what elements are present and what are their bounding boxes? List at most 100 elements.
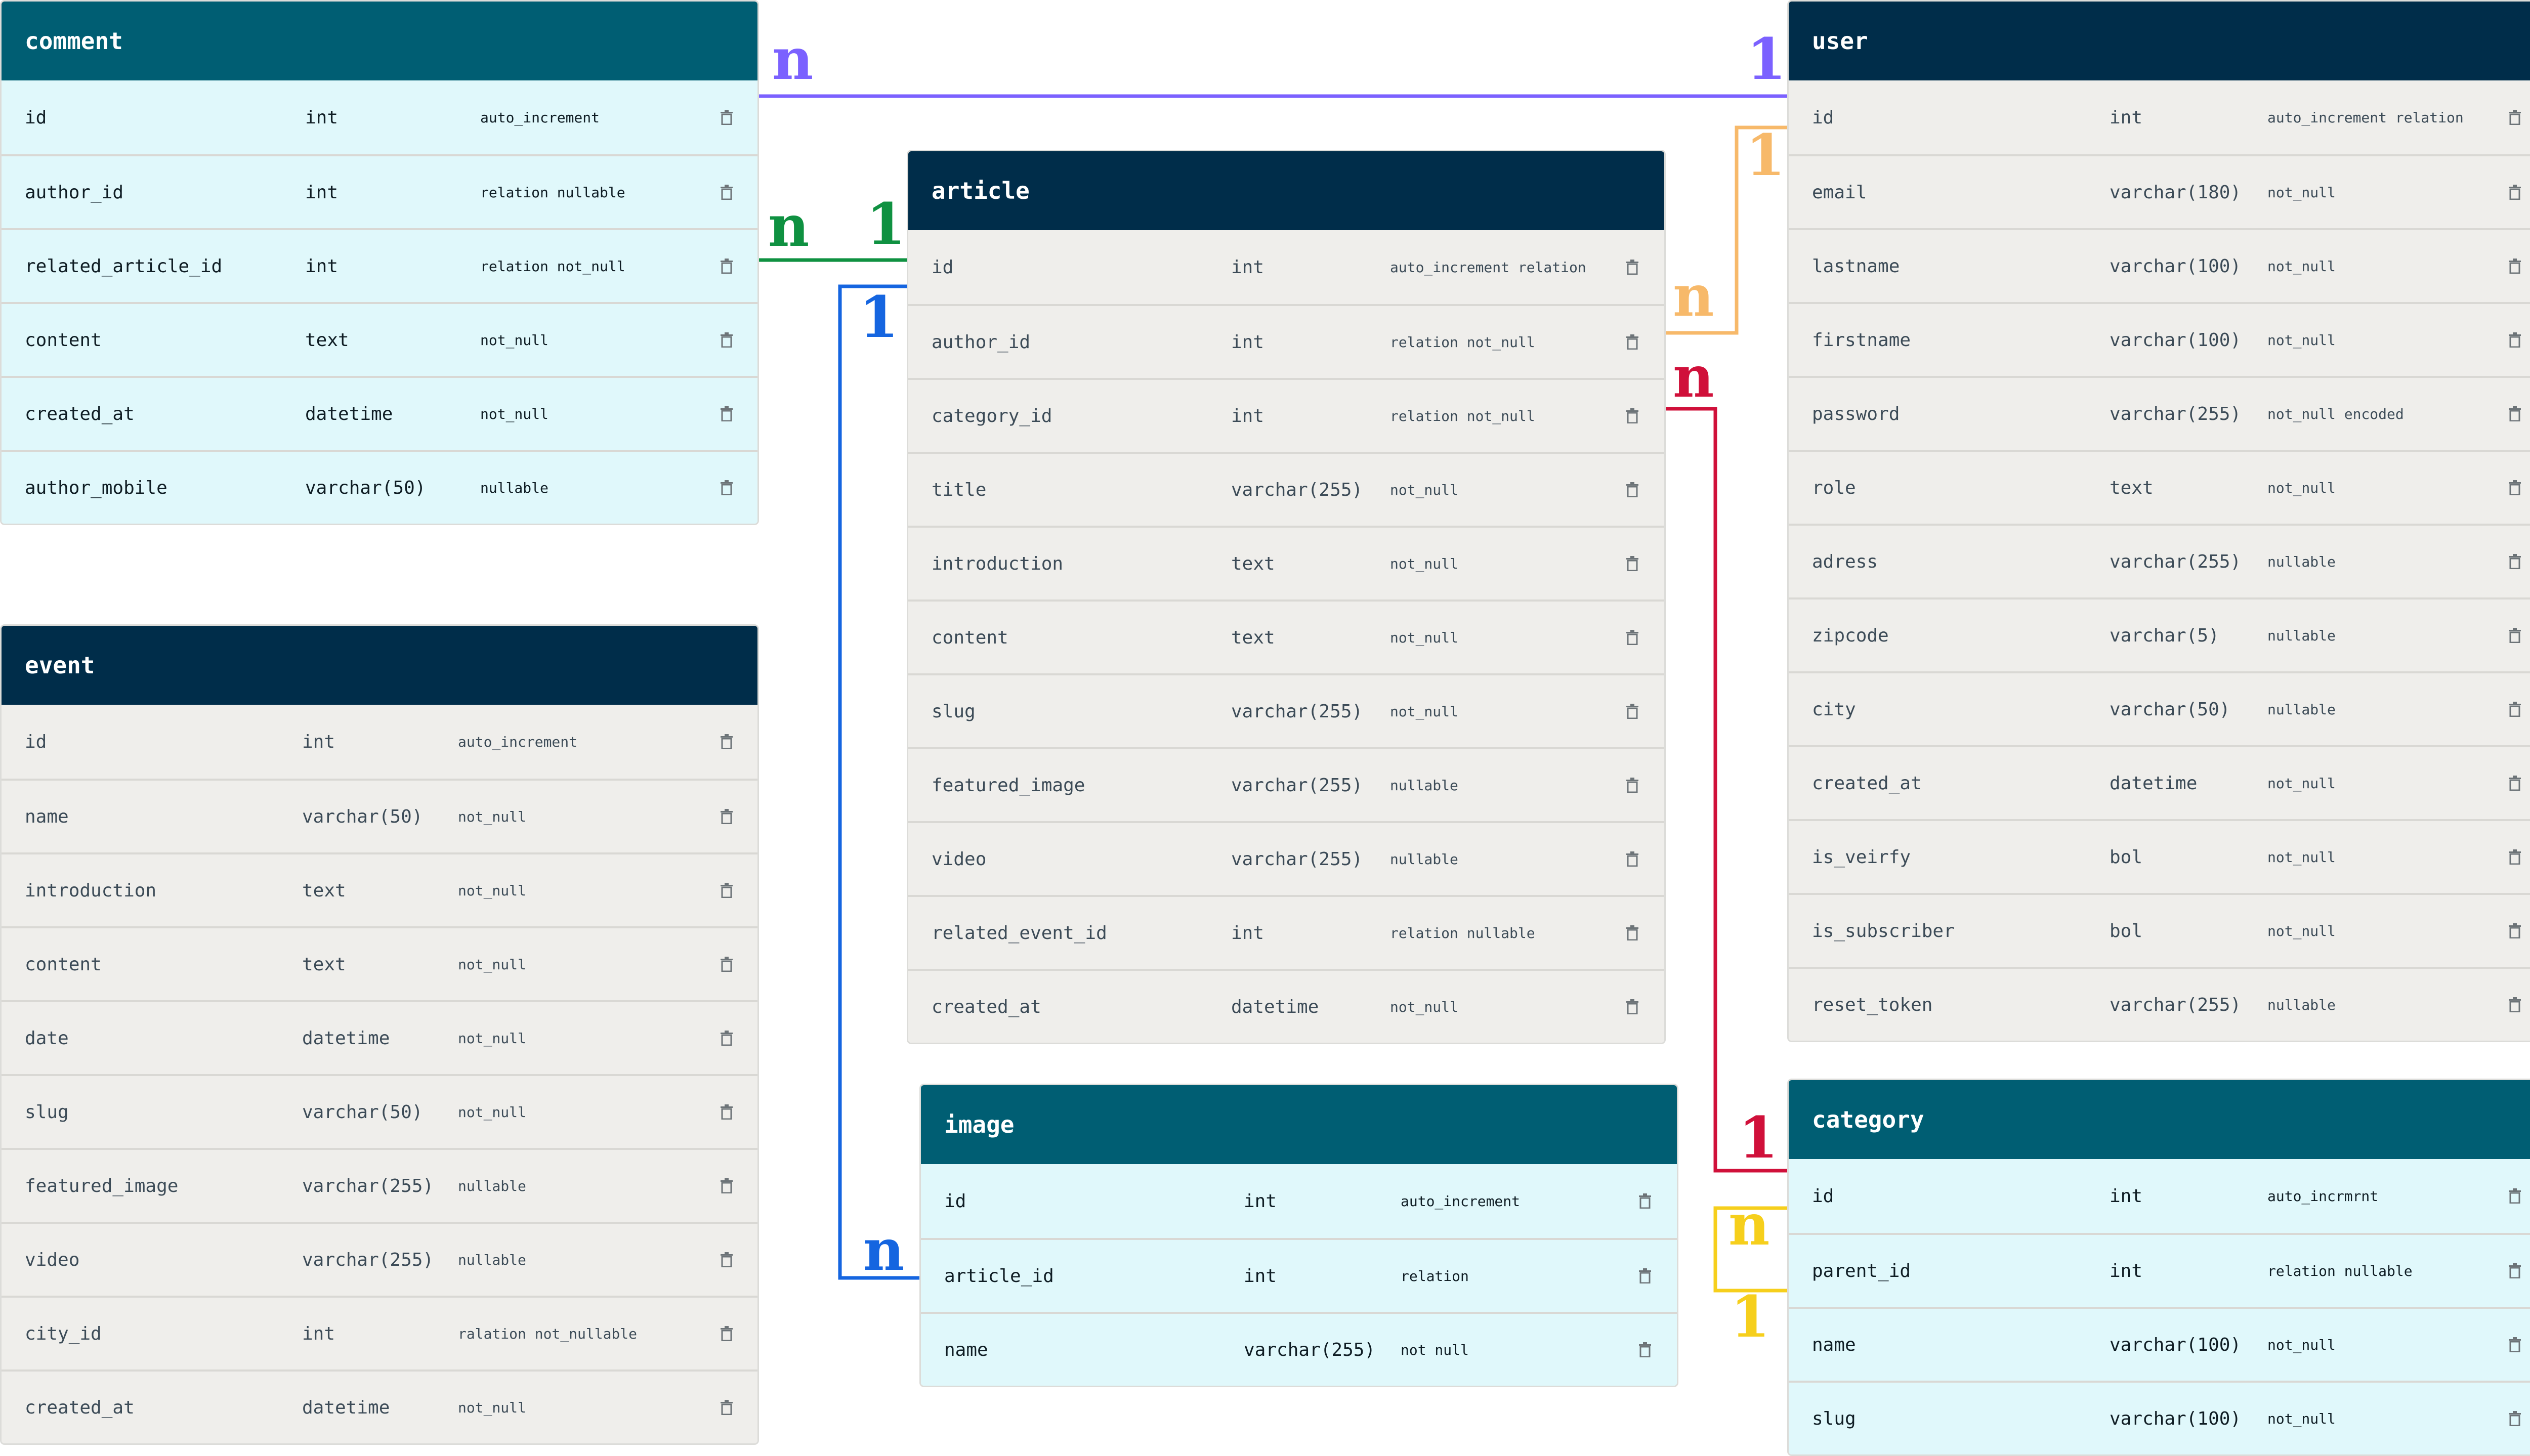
table-row[interactable]: featured_image varchar(255) nullable — [2, 1148, 757, 1222]
table-title-category[interactable]: category — [1789, 1080, 2530, 1159]
trash-icon[interactable] — [1625, 999, 1640, 1014]
trash-icon[interactable] — [2507, 702, 2522, 717]
trash-icon[interactable] — [2507, 332, 2522, 348]
table-row[interactable]: lastname varchar(100) not_null — [1789, 228, 2530, 302]
table-row[interactable]: created_at datetime not_null — [908, 969, 1664, 1043]
table-row[interactable]: password varchar(255) not_null encoded — [1789, 376, 2530, 450]
table-row[interactable]: city_id int ralation not_nullable — [2, 1296, 757, 1369]
trash-icon[interactable] — [1625, 334, 1640, 350]
trash-icon[interactable] — [2507, 554, 2522, 569]
table-row[interactable]: author_mobile varchar(50) nullable — [2, 450, 757, 524]
table-row[interactable]: id int auto_increment relation — [908, 230, 1664, 304]
table-row[interactable]: related_event_id int relation nullable — [908, 895, 1664, 969]
table-row[interactable]: id int auto_incrmrnt — [1789, 1159, 2530, 1233]
table-row[interactable]: firstname varchar(100) not_null — [1789, 302, 2530, 376]
table-row[interactable]: name varchar(255) not null — [921, 1312, 1677, 1386]
table-row[interactable]: content text not_null — [2, 926, 757, 1000]
trash-icon[interactable] — [1625, 260, 1640, 275]
trash-icon[interactable] — [1637, 1193, 1653, 1209]
trash-icon[interactable] — [2507, 1337, 2522, 1352]
trash-icon[interactable] — [719, 1031, 734, 1046]
table-row[interactable]: zipcode varchar(5) nullable — [1789, 597, 2530, 671]
trash-icon[interactable] — [719, 185, 734, 200]
trash-icon[interactable] — [719, 1326, 734, 1341]
trash-icon[interactable] — [2507, 923, 2522, 938]
trash-icon[interactable] — [2507, 480, 2522, 495]
trash-icon[interactable] — [1637, 1268, 1653, 1283]
trash-icon[interactable] — [719, 1178, 734, 1193]
trash-icon[interactable] — [2507, 776, 2522, 791]
table-row[interactable]: reset_token varchar(255) nullable — [1789, 967, 2530, 1041]
table-row[interactable]: created_at datetime not_null — [2, 376, 757, 450]
trash-icon[interactable] — [1625, 630, 1640, 645]
trash-icon[interactable] — [719, 809, 734, 824]
table-row[interactable]: author_id int relation nullable — [2, 154, 757, 228]
table-title-image[interactable]: image — [921, 1085, 1677, 1164]
table-row[interactable]: city varchar(50) nullable — [1789, 671, 2530, 745]
table-row[interactable]: name varchar(50) not_null — [2, 779, 757, 852]
table-title-comment[interactable]: comment — [2, 2, 757, 80]
trash-icon[interactable] — [719, 734, 734, 749]
trash-icon[interactable] — [1625, 851, 1640, 867]
table-row[interactable]: id int auto_increment relation — [1789, 80, 2530, 154]
trash-icon[interactable] — [2507, 1188, 2522, 1204]
table-row[interactable]: name varchar(100) not_null — [1789, 1307, 2530, 1381]
trash-icon[interactable] — [1625, 925, 1640, 940]
trash-icon[interactable] — [719, 259, 734, 274]
table-row[interactable]: created_at datetime not_null — [1789, 745, 2530, 819]
table-row[interactable]: introduction text not_null — [908, 526, 1664, 599]
trash-icon[interactable] — [2507, 185, 2522, 200]
table-row[interactable]: video varchar(255) nullable — [908, 821, 1664, 895]
trash-icon[interactable] — [2507, 628, 2522, 643]
table-row[interactable]: related_article_id int relation not_null — [2, 228, 757, 302]
table-title-article[interactable]: article — [908, 151, 1664, 230]
table-row[interactable]: date datetime not_null — [2, 1000, 757, 1074]
trash-icon[interactable] — [719, 480, 734, 495]
table-row[interactable]: introduction text not_null — [2, 852, 757, 926]
trash-icon[interactable] — [2507, 997, 2522, 1012]
trash-icon[interactable] — [719, 957, 734, 972]
trash-icon[interactable] — [719, 1400, 734, 1415]
table-row[interactable]: parent_id int relation nullable — [1789, 1233, 2530, 1307]
table-row[interactable]: id int auto_increment — [2, 80, 757, 154]
table-row[interactable]: category_id int relation not_null — [908, 378, 1664, 452]
table-row[interactable]: is_veirfy bol not_null — [1789, 819, 2530, 893]
trash-icon[interactable] — [2507, 110, 2522, 125]
trash-icon[interactable] — [719, 110, 734, 125]
table-row[interactable]: id int auto_increment — [2, 705, 757, 779]
table-row[interactable]: featured_image varchar(255) nullable — [908, 747, 1664, 821]
trash-icon[interactable] — [1625, 482, 1640, 497]
table-title-user[interactable]: user — [1789, 2, 2530, 80]
trash-icon[interactable] — [719, 883, 734, 898]
table-row[interactable]: article_id int relation — [921, 1238, 1677, 1312]
table-row[interactable]: slug varchar(50) not_null — [2, 1074, 757, 1148]
table-row[interactable]: slug varchar(255) not_null — [908, 673, 1664, 747]
trash-icon[interactable] — [1625, 778, 1640, 793]
table-row[interactable]: is_subscriber bol not_null — [1789, 893, 2530, 967]
trash-icon[interactable] — [719, 406, 734, 421]
trash-icon[interactable] — [719, 1104, 734, 1120]
trash-icon[interactable] — [2507, 1263, 2522, 1278]
trash-icon[interactable] — [719, 332, 734, 348]
trash-icon[interactable] — [1625, 408, 1640, 423]
table-row[interactable]: author_id int relation not_null — [908, 304, 1664, 378]
table-row[interactable]: created_at datetime not_null — [2, 1369, 757, 1443]
table-row[interactable]: id int auto_increment — [921, 1164, 1677, 1238]
table-row[interactable]: slug varchar(100) not_null — [1789, 1381, 2530, 1454]
table-row[interactable]: email varchar(180) not_null — [1789, 154, 2530, 228]
trash-icon[interactable] — [1637, 1342, 1653, 1357]
table-row[interactable]: video varchar(255) nullable — [2, 1222, 757, 1296]
table-row[interactable]: role text not_null — [1789, 450, 2530, 524]
table-row[interactable]: adress varchar(255) nullable — [1789, 524, 2530, 597]
trash-icon[interactable] — [2507, 849, 2522, 865]
table-row[interactable]: content text not_null — [908, 599, 1664, 673]
table-row[interactable]: title varchar(255) not_null — [908, 452, 1664, 526]
trash-icon[interactable] — [1625, 704, 1640, 719]
trash-icon[interactable] — [719, 1252, 734, 1267]
table-title-event[interactable]: event — [2, 626, 757, 705]
trash-icon[interactable] — [1625, 556, 1640, 571]
trash-icon[interactable] — [2507, 259, 2522, 274]
trash-icon[interactable] — [2507, 406, 2522, 421]
trash-icon[interactable] — [2507, 1411, 2522, 1426]
table-row[interactable]: content text not_null — [2, 302, 757, 376]
